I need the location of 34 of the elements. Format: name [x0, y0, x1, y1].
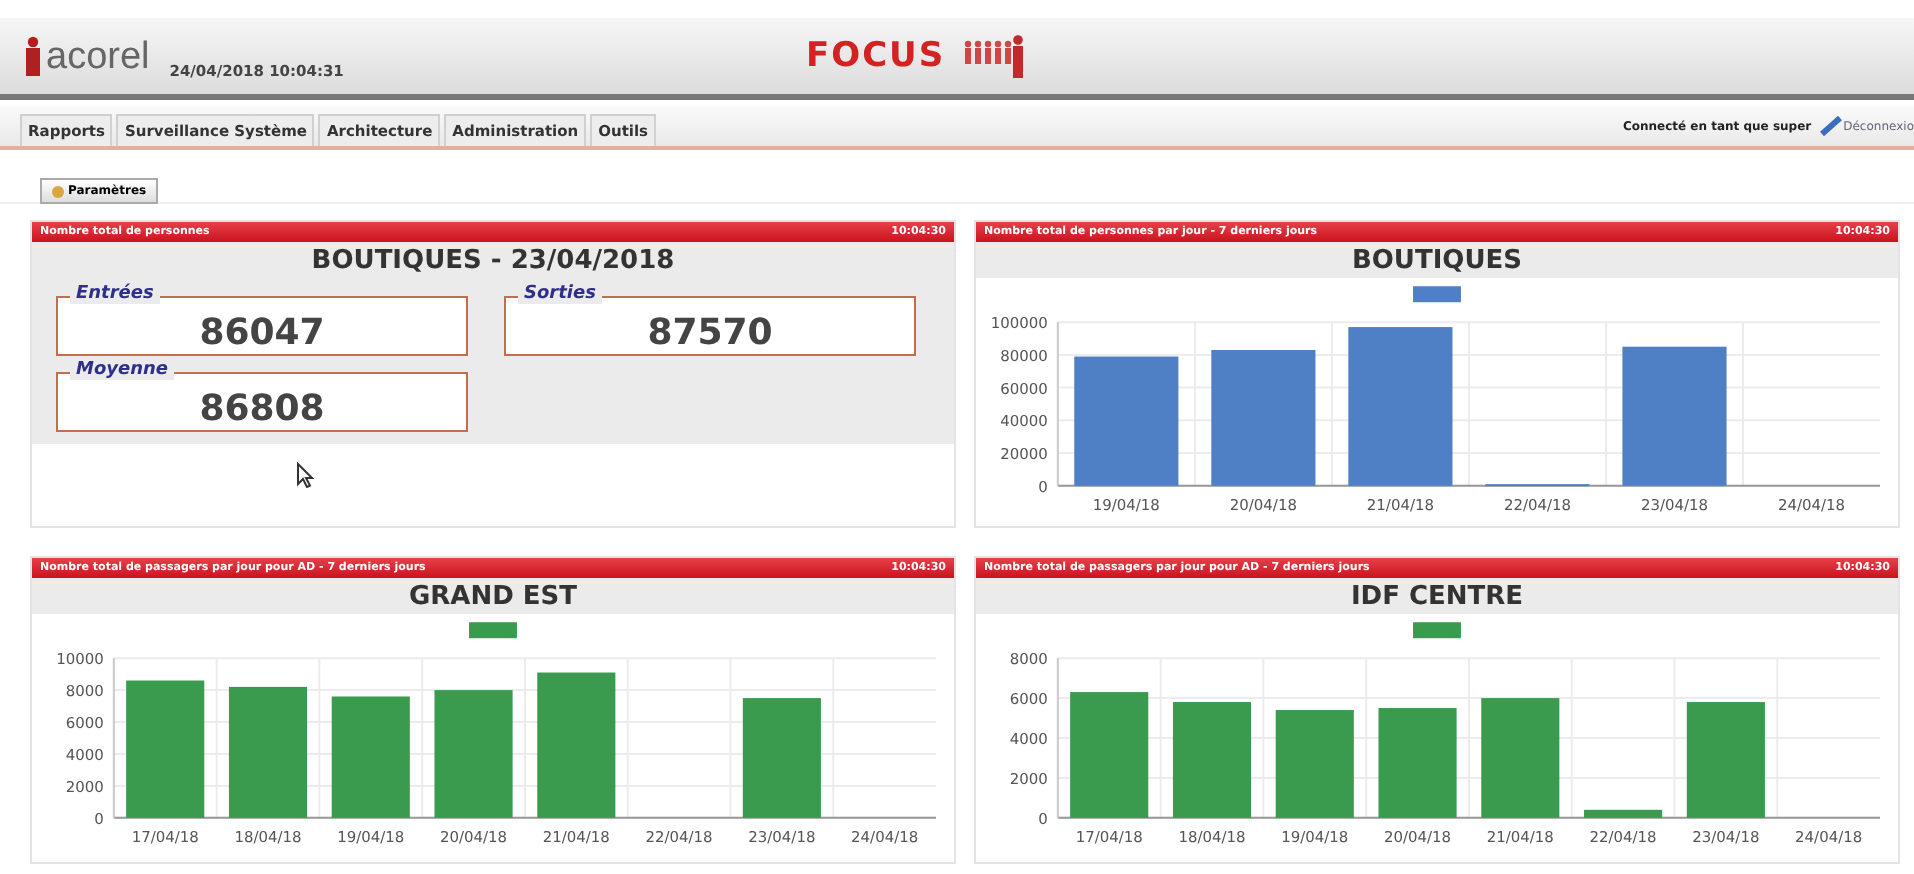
bar — [434, 690, 513, 818]
metric-value: 86047 — [199, 312, 325, 354]
legend-swatch[interactable] — [1413, 622, 1461, 639]
bar — [228, 686, 308, 818]
panel-title: BOUTIQUES - 23/04/2018 — [32, 242, 954, 278]
metric-label: Sorties — [518, 284, 602, 304]
bar — [1074, 356, 1179, 486]
bar — [1378, 708, 1457, 818]
logo-text: acorel — [46, 38, 150, 76]
metric-label: Moyenne — [70, 360, 175, 380]
tab-icon — [52, 185, 64, 197]
metric-label: Entrées — [70, 284, 160, 304]
bar — [1070, 692, 1149, 818]
metric-value: 87570 — [647, 312, 773, 354]
cursor-icon — [296, 462, 314, 488]
pen-icon — [1819, 116, 1844, 136]
bar — [126, 680, 205, 818]
bar — [1211, 350, 1316, 486]
bar — [331, 696, 410, 818]
legend-swatch[interactable] — [1413, 286, 1461, 303]
person-icon — [24, 36, 42, 76]
bar — [1584, 809, 1663, 818]
panel-title: IDF CENTRE — [976, 578, 1898, 614]
panel-title: BOUTIQUES — [976, 242, 1898, 278]
bar — [1686, 702, 1765, 818]
bar — [1481, 698, 1560, 818]
legend-swatch[interactable] — [469, 622, 517, 639]
app-title: FOCUS — [806, 36, 946, 76]
bar — [1172, 702, 1252, 818]
bar — [1622, 346, 1727, 486]
bar — [1275, 710, 1354, 818]
bar — [742, 698, 821, 818]
metric-value: 86808 — [199, 388, 325, 430]
panel-title: GRAND EST — [32, 578, 954, 614]
